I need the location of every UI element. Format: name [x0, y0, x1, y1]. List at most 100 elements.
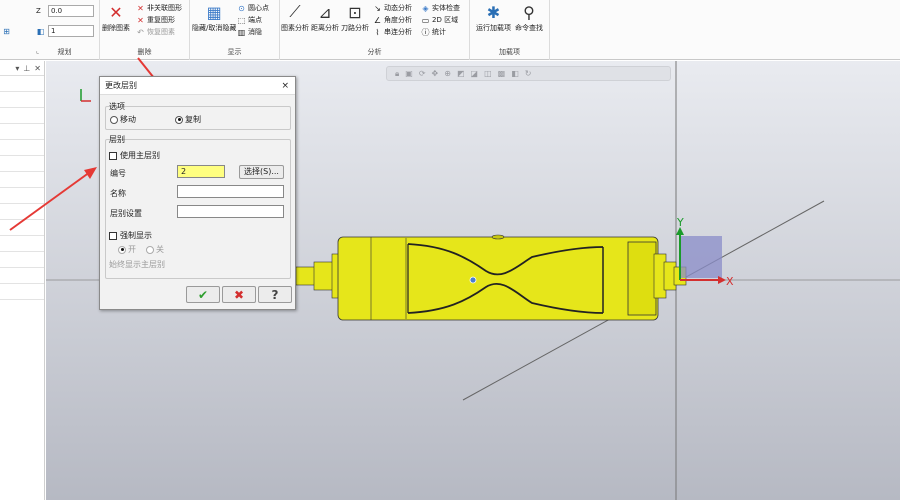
panel-header: ▾ ⊥ ✕: [0, 61, 44, 76]
pin-icon[interactable]: ⊥: [23, 64, 30, 73]
axis-y-label: Y: [676, 216, 684, 229]
delete-group: ✕ 删除图素 ✕ 非关联图形 ✕ 重复图形 ↶ 恢复图素 删除: [100, 0, 190, 60]
off-radio[interactable]: 关: [146, 244, 164, 255]
ok-button[interactable]: ✔: [186, 286, 220, 303]
layer-setting-input[interactable]: [177, 205, 284, 218]
analysis-group: ⟋ 图素分析 ⊿ 距离分析 ⊡ 刀路分析 ↘ 动态分析 ∠ 角度分析 ⌇ 串连分析 ◈…: [280, 0, 470, 60]
region-2d-icon: ▭: [421, 15, 430, 25]
command-find-search-icon: ⚲: [523, 2, 535, 22]
toolpath-analysis-icon: ⊡: [348, 2, 362, 22]
panel-row[interactable]: [0, 172, 44, 188]
layer-name-input[interactable]: [177, 185, 284, 198]
restore-shape-icon: ↶: [137, 27, 144, 37]
check-icon: ✔: [197, 287, 209, 302]
force-display-checkbox[interactable]: 强制显示: [109, 230, 152, 241]
close-icon[interactable]: ×: [281, 77, 289, 95]
command-find-button[interactable]: ⚲ 命令查找: [515, 2, 543, 33]
entity-analysis-icon: ⟋: [289, 2, 301, 21]
statistics-icon: ⓘ: [421, 27, 430, 37]
move-radio-button[interactable]: [110, 115, 118, 124]
chain-analysis-icon: ⌇: [375, 27, 380, 37]
cylinder-part: [295, 234, 687, 321]
chain-analysis-button[interactable]: ⌇ 串连分析: [373, 27, 412, 37]
grid-icon[interactable]: ⊞: [2, 26, 13, 36]
hide-unhide-button[interactable]: ▦ 隐藏/取消隐藏: [192, 2, 236, 33]
z-label: Z: [36, 7, 41, 15]
restore-shape-button[interactable]: ↶ 恢复图素: [136, 27, 175, 37]
statistics-button[interactable]: ⓘ 统计: [421, 27, 447, 37]
display-group: ▦ 隐藏/取消隐藏 ⊙ 圆心点 ⬚ 端点 ▥ 消隐 显示: [190, 0, 280, 60]
origin-marker: [469, 276, 477, 284]
panel-row[interactable]: [0, 108, 44, 124]
entity-analysis-button[interactable]: ⟋ 图素分析: [281, 2, 309, 33]
options-group-label: 选项: [109, 102, 125, 111]
run-addin-button[interactable]: ✱ 运行加载项: [476, 2, 511, 33]
unassociate-button[interactable]: ✕ 非关联图形: [136, 3, 182, 13]
dialog-title: 更改层别: [105, 81, 137, 90]
use-main-layer-checkbox[interactable]: 使用主层别: [109, 150, 160, 161]
addins-group-label: 加载项: [499, 48, 520, 56]
help-icon: ?: [271, 287, 279, 302]
cancel-button[interactable]: ✖: [222, 286, 256, 303]
panel-row[interactable]: [0, 236, 44, 252]
layer-setting-label: 层别设置: [110, 209, 142, 218]
z-depth-input[interactable]: 0.0: [48, 5, 94, 17]
delete-group-label: 删除: [137, 48, 152, 56]
copy-radio[interactable]: 复制: [175, 114, 201, 125]
layer-group-label: 层别: [109, 135, 125, 144]
analysis-group-label: 分析: [367, 48, 382, 56]
panel-row[interactable]: [0, 204, 44, 220]
select-layer-button[interactable]: 选择(S)...: [239, 165, 284, 179]
manager-panel: ▾ ⊥ ✕: [0, 61, 45, 500]
layer-number-input[interactable]: 2: [177, 165, 225, 178]
panel-row[interactable]: [0, 156, 44, 172]
unassociate-icon: ✕: [137, 3, 144, 13]
panel-row[interactable]: [0, 124, 44, 140]
solid-check-icon: ◈: [422, 3, 429, 13]
delete-x-icon: ✕: [109, 2, 123, 22]
dialog-titlebar[interactable]: 更改层别 ×: [100, 77, 295, 95]
panel-row[interactable]: [0, 220, 44, 236]
plane-gizmo: [680, 236, 722, 278]
delete-entity-button[interactable]: ✕ 删除图素: [102, 2, 130, 33]
planning-group: ⊞ Z 0.0 ◧ 1 ⌞ 规划: [0, 0, 100, 60]
off-radio-button[interactable]: [146, 245, 154, 254]
solid-check-button[interactable]: ◈ 实体检查: [421, 3, 460, 13]
panel-row[interactable]: [0, 188, 44, 204]
repeat-shape-button[interactable]: ✕ 重复图形: [136, 15, 175, 25]
panel-row[interactable]: [0, 140, 44, 156]
distance-analysis-button[interactable]: ⊿ 距离分析: [311, 2, 339, 33]
copy-radio-button[interactable]: [175, 115, 183, 124]
panel-row[interactable]: [0, 284, 44, 300]
dynamic-analysis-button[interactable]: ↘ 动态分析: [373, 3, 412, 13]
close-icon[interactable]: ✕: [34, 64, 41, 73]
dynamic-analysis-icon: ↘: [374, 3, 381, 13]
help-button[interactable]: ?: [258, 286, 292, 303]
hide-grid-icon: ▦: [206, 2, 222, 22]
axis-x-label: X: [726, 275, 734, 288]
toolpath-analysis-button[interactable]: ⊡ 刀路分析: [341, 2, 369, 33]
angle-analysis-icon: ∠: [373, 15, 382, 25]
end-point-button[interactable]: ⬚ 端点: [237, 15, 262, 25]
change-layer-dialog: 更改层别 × 选项 移动 复制 层别 使用主层别 编号 2 选择(S)... 名…: [99, 76, 296, 310]
panel-row[interactable]: [0, 252, 44, 268]
panel-row[interactable]: [0, 76, 44, 92]
on-radio[interactable]: 开: [118, 244, 136, 255]
force-display-box[interactable]: [109, 231, 117, 240]
center-point-icon: ⊙: [238, 3, 245, 13]
chevron-down-icon[interactable]: ▾: [15, 64, 19, 73]
addins-group: ✱ 运行加载项 ⚲ 命令查找 加载项: [470, 0, 550, 60]
on-radio-button[interactable]: [118, 245, 126, 254]
angle-analysis-button[interactable]: ∠ 角度分析: [373, 15, 412, 25]
panel-row[interactable]: [0, 268, 44, 284]
region-2d-button[interactable]: ▭ 2D 区域: [421, 15, 458, 25]
repeat-shape-icon: ✕: [137, 15, 144, 25]
ribbon: ⊞ Z 0.0 ◧ 1 ⌞ 规划 ✕ 删除图素 ✕ 非关联图形 ✕ 重复图形 ↶ 恢复…: [0, 0, 900, 60]
move-radio[interactable]: 移动: [110, 114, 136, 125]
elimination-button[interactable]: ▥ 消隐: [237, 27, 262, 37]
x-icon: ✖: [233, 287, 245, 302]
use-main-layer-box[interactable]: [109, 151, 117, 160]
center-point-button[interactable]: ⊙ 圆心点: [237, 3, 269, 13]
panel-row[interactable]: [0, 92, 44, 108]
layer-input[interactable]: 1: [48, 25, 94, 37]
